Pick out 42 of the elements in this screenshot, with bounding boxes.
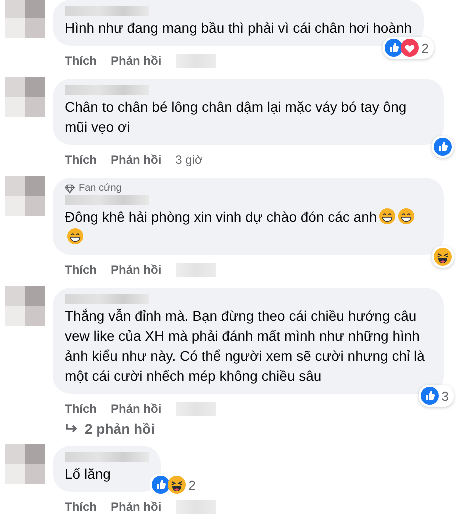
comment-text: Thắng vẫn đỉnh mà. Bạn đừng theo cái chiều hướng câu vew like của XH mà phải đánh mất mình như những hình ảnh kiểu như này. Có thể người xem sẽ cười nhưng chỉ là một cái cười nhếch mép không chiều sâu [65, 308, 425, 384]
grinning-emoji-icon [67, 228, 84, 245]
avatar[interactable] [5, 77, 45, 117]
like-reaction-icon [152, 476, 170, 494]
reply-link[interactable]: Phản hồi [111, 500, 162, 514]
fan-label: Fan cứng [79, 183, 122, 194]
comment-text: Hình như đang mang bầu thì phải vì cái chân hơi hoành [65, 20, 412, 36]
like-reaction-icon [434, 138, 452, 156]
reply-link[interactable]: Phản hồi [111, 152, 162, 166]
like-link[interactable]: Thích [65, 500, 97, 514]
timestamp: 3 giờ [176, 152, 203, 166]
diamond-icon [65, 184, 75, 194]
comment-text: Chân to chân bé lông chân dậm lại mặc váy bó tay ông mũi vẹo ơi [65, 99, 407, 135]
view-replies-link[interactable]: 2 phản hồi [53, 418, 155, 437]
reaction-summary[interactable]: 2 [382, 37, 434, 59]
blurred-timestamp [176, 54, 216, 68]
like-link[interactable]: Thích [65, 262, 97, 276]
reaction-summary[interactable] [432, 246, 454, 268]
blurred-timestamp [176, 500, 216, 514]
like-reaction-icon [420, 387, 439, 405]
avatar[interactable] [5, 444, 45, 484]
heart-reaction-icon [400, 39, 419, 57]
blurred-timestamp [176, 262, 216, 276]
reply-link[interactable]: Phản hồi [111, 402, 162, 416]
like-reaction-icon [384, 39, 403, 57]
reply-arrow-icon [65, 423, 79, 435]
reaction-summary[interactable]: 3 [418, 385, 454, 407]
blurred-timestamp [176, 402, 216, 416]
reply-link[interactable]: Phản hồi [111, 54, 162, 68]
like-link[interactable]: Thích [65, 402, 97, 416]
haha-reaction-icon [168, 476, 186, 494]
like-link[interactable]: Thích [65, 54, 97, 68]
comment-text: Lố lăng [65, 466, 111, 482]
haha-reaction-icon [434, 248, 452, 266]
avatar[interactable] [5, 286, 45, 326]
like-link[interactable]: Thích [65, 152, 97, 166]
grinning-emoji-icon [379, 208, 396, 225]
comment-text: Đông khê hải phòng xin vinh dự chào đón các anh [65, 209, 378, 225]
avatar[interactable] [5, 176, 45, 216]
grinning-emoji-icon [398, 208, 416, 225]
avatar[interactable] [5, 0, 45, 38]
reply-link[interactable]: Phản hồi [111, 262, 162, 276]
